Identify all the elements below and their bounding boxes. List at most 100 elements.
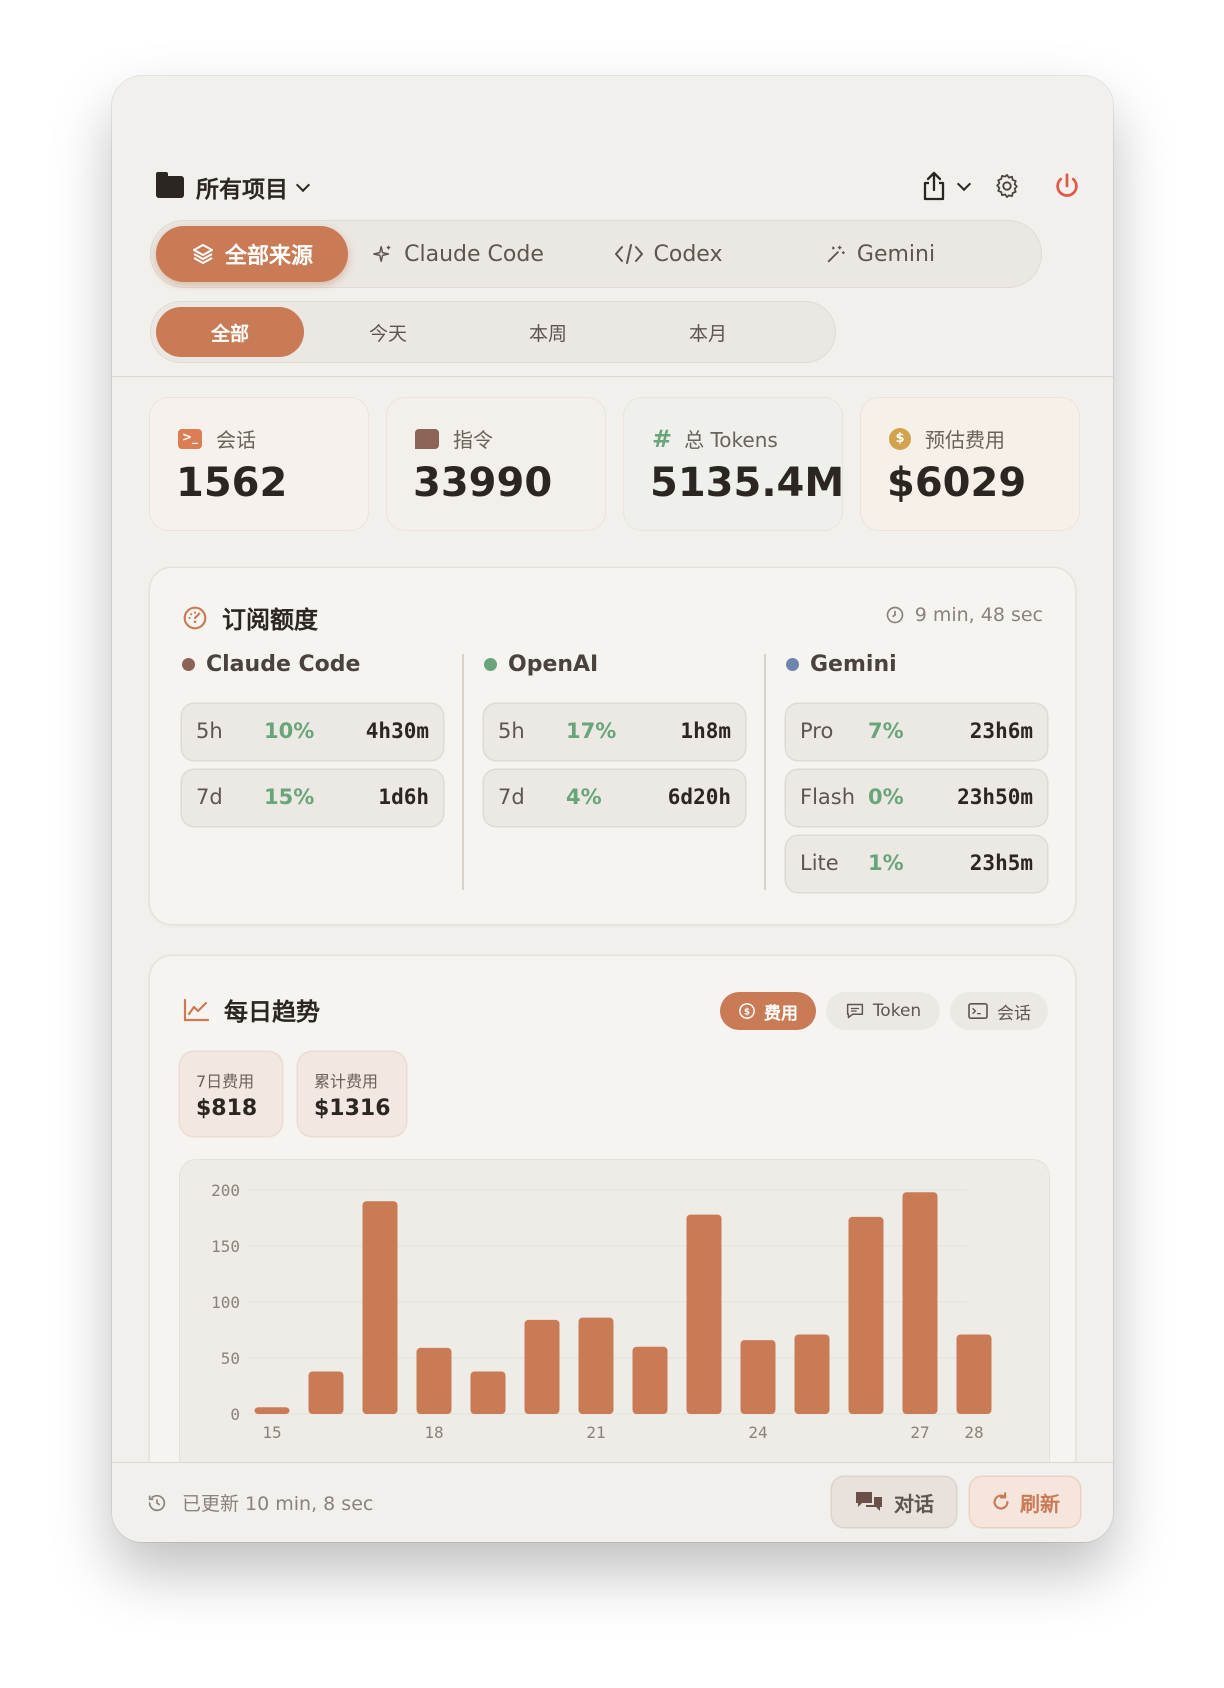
metric-tab-token[interactable]: Token — [826, 992, 940, 1030]
tab-gemini[interactable]: Gemini — [810, 226, 950, 282]
x-tick-label: 18 — [424, 1423, 443, 1442]
tab-label: 今天 — [368, 322, 407, 345]
quota-percent: 10% — [264, 719, 315, 743]
metric-tab-sessions[interactable]: 会话 — [950, 992, 1048, 1030]
bar[interactable] — [524, 1319, 560, 1414]
quota-reset: 1h8m — [680, 719, 731, 743]
metric-tab-cost[interactable]: $ 费用 — [720, 992, 816, 1030]
tab-this-week[interactable]: 本周 — [474, 307, 622, 357]
x-tick-label: 28 — [964, 1423, 983, 1442]
provider-gemini: Gemini — [786, 652, 897, 677]
refresh-button[interactable]: 刷新 — [970, 1477, 1080, 1527]
tab-claude-code[interactable]: Claude Code — [372, 226, 544, 282]
stat-value: 5135.4M — [650, 460, 845, 506]
quota-row: 5h 10% 4h30m — [182, 704, 443, 760]
bar[interactable] — [848, 1216, 884, 1414]
refresh-countdown: 9 min, 48 sec — [885, 604, 1043, 626]
stat-value: 33990 — [413, 460, 553, 506]
bar[interactable] — [740, 1340, 776, 1414]
stat-label: 会话 — [216, 428, 256, 452]
bar[interactable] — [578, 1317, 614, 1414]
bar[interactable] — [470, 1371, 506, 1414]
tab-today[interactable]: 今天 — [314, 307, 462, 357]
share-button[interactable] — [921, 170, 972, 202]
bar[interactable] — [362, 1201, 398, 1414]
bar[interactable] — [794, 1334, 830, 1414]
chat-bubbles-icon — [856, 1492, 882, 1511]
last-updated: 已更新 10 min, 8 sec — [146, 1489, 373, 1516]
tab-label: 全部来源 — [224, 244, 313, 269]
quota-percent: 17% — [566, 719, 617, 743]
provider-name: Gemini — [810, 652, 897, 677]
bar[interactable] — [686, 1214, 722, 1414]
quota-percent: 1% — [868, 851, 904, 875]
quota-window: Lite — [800, 851, 839, 875]
quota-window: 5h — [498, 719, 525, 743]
stat-card-sessions: >_ 会话 1562 — [150, 398, 368, 530]
quota-percent: 4% — [566, 785, 602, 809]
quota-window: 7d — [498, 785, 525, 809]
quota-reset: 23h5m — [969, 851, 1033, 875]
tab-label: Codex — [653, 241, 723, 267]
column-divider — [462, 654, 464, 890]
dollar-circle-icon: $ — [739, 1003, 755, 1019]
chat-button[interactable]: 对话 — [832, 1477, 956, 1527]
stat-label: 指令 — [453, 428, 493, 452]
tab-all-time[interactable]: 全部 — [156, 307, 304, 357]
project-selector[interactable]: 所有项目 — [156, 170, 311, 204]
y-tick-label: 150 — [211, 1237, 240, 1256]
quota-percent: 0% — [868, 785, 904, 809]
stat-card-cost: $ 预估费用 $6029 — [861, 398, 1079, 530]
bar[interactable] — [956, 1334, 992, 1414]
gear-icon — [996, 174, 1018, 198]
tab-label: Gemini — [856, 241, 936, 267]
summary-label: 7日费用 — [196, 1072, 255, 1091]
quota-row: Pro 7% 23h6m — [786, 704, 1047, 760]
quota-percent: 7% — [868, 719, 904, 743]
folder-icon — [156, 172, 184, 198]
quota-window: Flash — [800, 785, 856, 809]
bar[interactable] — [416, 1347, 452, 1414]
summary-total-cost: 累计费用 $1316 — [298, 1052, 406, 1136]
divider — [112, 376, 1113, 377]
terminal-icon: >_ — [178, 428, 202, 449]
terminal-icon — [968, 1002, 988, 1020]
refresh-icon — [993, 1492, 1009, 1510]
bar[interactable] — [254, 1407, 290, 1414]
code-icon — [614, 244, 643, 264]
tab-this-month[interactable]: 本月 — [634, 307, 782, 357]
power-icon — [1056, 173, 1078, 197]
settings-button[interactable] — [989, 168, 1025, 204]
power-button[interactable] — [1049, 168, 1085, 204]
app-window: 所有项目 全部来源 Claude Code Codex Gemini 全部 今天… — [112, 76, 1113, 1542]
provider-name: Claude Code — [206, 652, 361, 677]
quota-percent: 15% — [264, 785, 315, 809]
provider-claude-code: Claude Code — [182, 652, 360, 677]
card-title: 订阅额度 — [182, 600, 318, 635]
summary-7day-cost: 7日费用 $818 — [180, 1052, 282, 1136]
chevron-down-icon — [956, 176, 972, 191]
subscription-title: 订阅额度 — [222, 606, 318, 634]
clock-icon — [886, 606, 904, 624]
history-icon — [148, 1494, 166, 1511]
message-icon — [415, 428, 439, 449]
button-label: 对话 — [894, 1491, 934, 1516]
tab-label: 会话 — [997, 1003, 1031, 1024]
sparkle-icon — [373, 245, 391, 263]
layers-icon — [192, 244, 213, 264]
bar-chart: 0 50 100 150 200 15 18 21 24 27 28 — [211, 1181, 992, 1442]
tab-codex[interactable]: Codex — [598, 226, 738, 282]
quota-row: 7d 4% 6d20h — [484, 770, 745, 826]
quota-window: Pro — [800, 719, 834, 743]
x-tick-label: 24 — [748, 1423, 767, 1442]
bar[interactable] — [902, 1192, 938, 1414]
tab-all-sources[interactable]: 全部来源 — [156, 226, 348, 282]
bar[interactable] — [308, 1371, 344, 1414]
updated-text: 已更新 10 min, 8 sec — [182, 1493, 374, 1515]
bar[interactable] — [632, 1346, 668, 1414]
quota-reset: 6d20h — [667, 785, 731, 809]
y-tick-label: 200 — [211, 1181, 240, 1200]
source-tabs: 全部来源 Claude Code Codex Gemini — [150, 220, 1042, 288]
summary-label: 累计费用 — [314, 1072, 379, 1091]
status-dot — [182, 658, 195, 671]
